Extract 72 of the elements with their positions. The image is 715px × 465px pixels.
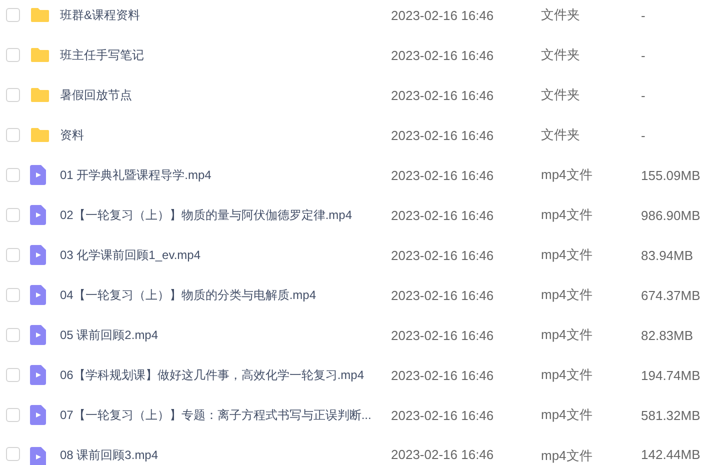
- file-size: 82.83MB: [641, 328, 694, 342]
- file-size: 83.94MB: [641, 248, 694, 262]
- modified-date: 2023-02-16 16:46: [391, 408, 495, 422]
- file-type: mp4文件: [541, 246, 594, 264]
- modified-date: 2023-02-16 16:46: [391, 447, 495, 462]
- checkbox[interactable]: [6, 208, 20, 222]
- checkbox[interactable]: [6, 128, 20, 142]
- file-type: mp4文件: [541, 326, 594, 344]
- checkbox[interactable]: [6, 88, 20, 102]
- file-type: mp4文件: [541, 206, 594, 224]
- modified-date: 2023-02-16 16:46: [391, 48, 495, 62]
- checkbox[interactable]: [6, 408, 20, 422]
- checkbox[interactable]: [6, 168, 20, 182]
- checkbox[interactable]: [6, 288, 20, 302]
- modified-date: 2023-02-16 16:46: [391, 328, 495, 342]
- file-name[interactable]: 05 课前回顾2.mp4: [60, 326, 158, 344]
- file-size: 674.37MB: [641, 288, 702, 302]
- video-file-icon: [30, 405, 46, 425]
- checkbox[interactable]: [6, 8, 20, 22]
- file-type: mp4文件: [541, 406, 594, 424]
- checkbox[interactable]: [6, 248, 20, 262]
- modified-date: 2023-02-16 16:46: [391, 88, 495, 102]
- file-name[interactable]: 资料: [60, 126, 84, 144]
- file-type: mp4文件: [541, 166, 594, 184]
- folder-icon: [30, 127, 50, 143]
- modified-date: 2023-02-16 16:46: [391, 288, 495, 302]
- video-file-icon: [30, 365, 46, 385]
- file-name[interactable]: 07【一轮复习（上）】专题：离子方程式书写与正误判断...: [60, 406, 372, 424]
- file-size: 986.90MB: [641, 208, 702, 222]
- file-size: -: [641, 48, 646, 62]
- video-file-icon: [30, 205, 46, 225]
- file-name[interactable]: 01 开学典礼暨课程导学.mp4: [60, 166, 212, 184]
- video-file-icon: [30, 285, 46, 305]
- file-name[interactable]: 06【学科规划课】做好这几件事，高效化学一轮复习.mp4: [60, 366, 364, 384]
- file-type: 文件夹: [541, 6, 581, 24]
- file-name[interactable]: 暑假回放节点: [60, 86, 132, 104]
- file-name[interactable]: 02【一轮复习（上）】物质的量与阿伏伽德罗定律.mp4: [60, 206, 352, 224]
- video-file-icon: [30, 165, 46, 185]
- modified-date: 2023-02-16 16:46: [391, 128, 495, 142]
- modified-date: 2023-02-16 16:46: [391, 168, 495, 182]
- video-file-icon: [30, 447, 46, 465]
- file-name[interactable]: 03 化学课前回顾1_ev.mp4: [60, 246, 200, 264]
- file-size: -: [641, 88, 646, 102]
- file-size: 194.74MB: [641, 368, 702, 382]
- folder-icon: [30, 87, 50, 103]
- file-type: 文件夹: [541, 126, 581, 144]
- modified-date: 2023-02-16 16:46: [391, 8, 495, 22]
- file-name[interactable]: 04【一轮复习（上）】物质的分类与电解质.mp4: [60, 286, 316, 304]
- checkbox[interactable]: [6, 328, 20, 342]
- file-size: 155.09MB: [641, 168, 702, 182]
- folder-icon: [30, 47, 50, 63]
- file-name[interactable]: 08 课前回顾3.mp4: [60, 447, 158, 464]
- modified-date: 2023-02-16 16:46: [391, 248, 495, 262]
- file-type: mp4文件: [541, 286, 594, 304]
- file-size: -: [641, 8, 646, 22]
- folder-icon: [30, 7, 50, 23]
- video-file-icon: [30, 325, 46, 345]
- file-type: 文件夹: [541, 46, 581, 64]
- file-name[interactable]: 班群&课程资料: [60, 6, 140, 24]
- file-name[interactable]: 班主任手写笔记: [60, 46, 144, 64]
- file-type: 文件夹: [541, 86, 581, 104]
- modified-date: 2023-02-16 16:46: [391, 208, 495, 222]
- video-file-icon: [30, 245, 46, 265]
- checkbox[interactable]: [6, 48, 20, 62]
- file-type: mp4文件: [541, 366, 594, 384]
- file-size: -: [641, 128, 646, 142]
- file-size: 581.32MB: [641, 408, 702, 422]
- checkbox[interactable]: [6, 368, 20, 382]
- file-size: 142.44MB: [641, 447, 702, 462]
- file-type: mp4文件: [541, 447, 594, 465]
- modified-date: 2023-02-16 16:46: [391, 368, 495, 382]
- checkbox[interactable]: [6, 447, 20, 461]
